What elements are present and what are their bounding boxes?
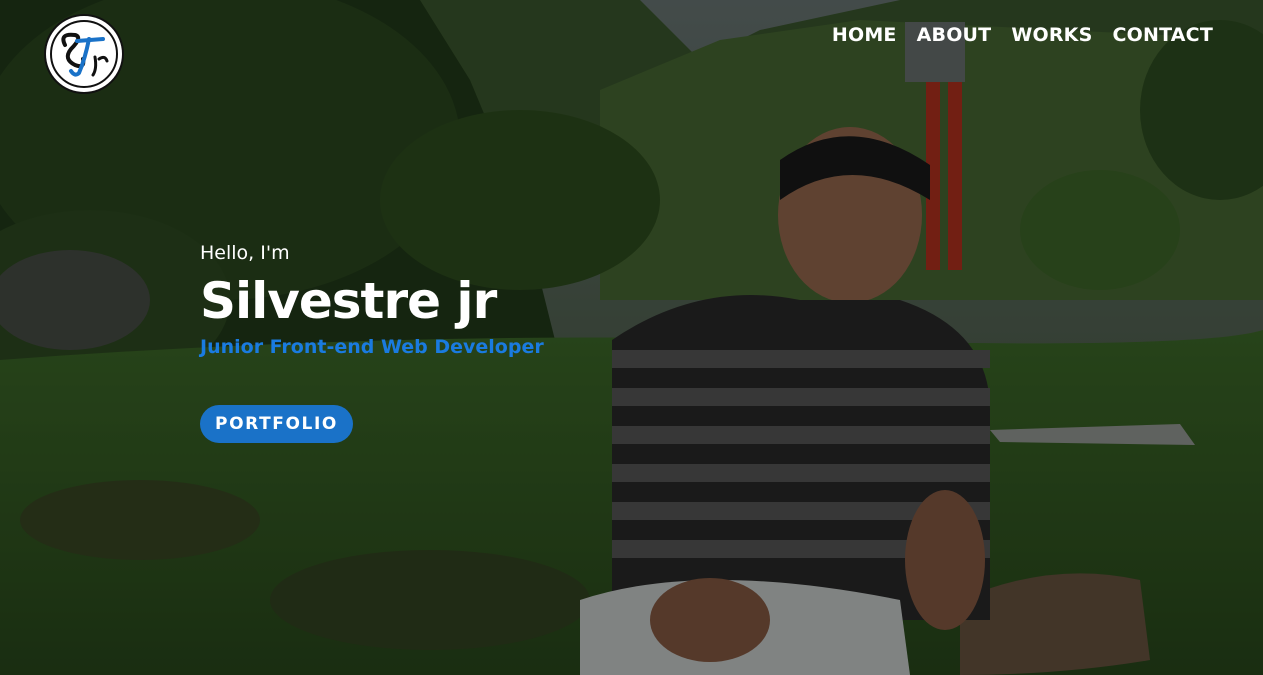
nav-home-link[interactable]: HOME <box>832 22 897 48</box>
portfolio-button[interactable]: PORTFOLIO <box>200 405 353 443</box>
intro-block: Hello, I'm Silvestre jr Junior Front-end… <box>200 240 544 360</box>
nav-works-link[interactable]: WORKS <box>1011 22 1092 48</box>
main-nav: HOME ABOUT WORKS CONTACT <box>832 22 1213 48</box>
dark-overlay <box>0 0 1263 675</box>
stjr-logo-icon <box>50 20 118 88</box>
site-logo[interactable] <box>46 16 122 92</box>
nav-about-link[interactable]: ABOUT <box>917 22 992 48</box>
hero-role: Junior Front-end Web Developer <box>200 336 544 358</box>
greeting-text: Hello, I'm <box>200 242 290 264</box>
hero-name: Silvestre jr <box>200 272 497 330</box>
hero-section: HOME ABOUT WORKS CONTACT Hello, I'm Silv… <box>0 0 1263 675</box>
nav-contact-link[interactable]: CONTACT <box>1113 22 1214 48</box>
